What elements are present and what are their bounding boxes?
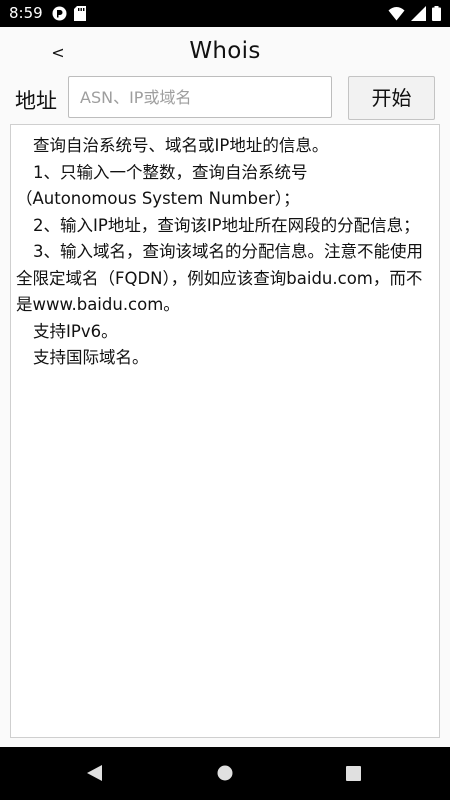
info-line: 支持国际域名。 [33,348,149,367]
battery-icon [432,6,441,25]
info-line: 支持IPv6。 [33,321,118,341]
address-input[interactable] [68,76,332,118]
info-line: 2、输入IP地址，查询该IP地址所在网段的分配信息； [33,215,420,235]
whois-screen: < Whois 地址 开始 查询自治系统号、域名或IP地址的信息。 1、只输入一… [0,27,450,747]
status-icons-right [388,6,441,25]
status-bar: 8:59 [0,0,450,27]
nav-home-icon[interactable] [217,765,233,785]
wifi-icon [388,6,405,25]
info-line: 3、输入域名，查询该域名的分配信息。注意不能使用全限定域名（FQDN），例如应该… [16,242,423,314]
status-icons-left [52,6,86,25]
page-title: Whois [189,38,261,64]
start-button[interactable]: 开始 [348,76,435,120]
info-line: 查询自治系统号、域名或IP地址的信息。 [33,136,329,155]
address-label: 地址 [15,89,57,113]
app-header: < Whois [0,27,450,77]
info-text-area: 查询自治系统号、域名或IP地址的信息。 1、只输入一个整数，查询自治系统号（Au… [10,124,440,738]
navigation-bar [0,747,450,800]
status-time: 8:59 [9,4,43,22]
sd-card-icon [74,6,86,25]
nav-back-icon[interactable] [86,764,103,786]
notification-icon [52,6,67,25]
signal-icon [411,6,426,25]
nav-recents-icon[interactable] [346,766,361,785]
info-line: 1、只输入一个整数，查询自治系统号（Autonomous System Numb… [16,162,308,209]
